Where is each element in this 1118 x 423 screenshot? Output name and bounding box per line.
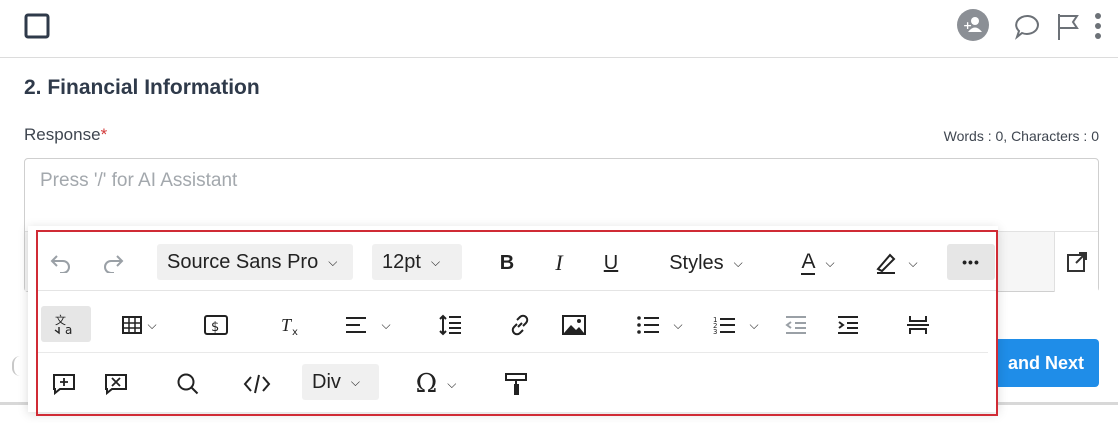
- toolbar-row-third: Div ⌵ Ω ⌵: [38, 356, 988, 410]
- translate-icon: 文a: [54, 313, 72, 336]
- numbered-list-icon: 123: [713, 316, 736, 335]
- format-painter-button[interactable]: [502, 370, 530, 398]
- redo-button[interactable]: [100, 249, 126, 277]
- top-bar: +: [0, 0, 1118, 58]
- link-icon: [511, 314, 529, 336]
- chevron-down-icon: ⌵: [328, 254, 338, 269]
- italic-button[interactable]: I: [546, 249, 572, 277]
- required-mark: *: [100, 125, 108, 144]
- more-options-button[interactable]: •••: [947, 244, 995, 280]
- text-color-icon: A: [801, 250, 816, 275]
- search-icon: [177, 373, 199, 395]
- indent-button[interactable]: [834, 309, 862, 341]
- styles-select[interactable]: Styles ⌵: [658, 249, 754, 277]
- svg-text:+: +: [963, 19, 972, 32]
- font-size-value: 12pt: [382, 250, 421, 273]
- chevron-down-icon: ⌵: [381, 317, 391, 332]
- remove-comment-icon: [105, 374, 127, 396]
- bullet-list-button[interactable]: ⌵: [628, 309, 692, 341]
- svg-text:x: x: [292, 327, 298, 336]
- chevron-down-icon: ⌵: [908, 255, 918, 270]
- highlighter-icon: [876, 253, 896, 274]
- bullet-list-icon: [637, 316, 660, 334]
- open-external-button[interactable]: [1054, 232, 1098, 292]
- section-title: 2. Financial Information: [24, 76, 260, 99]
- image-icon: [562, 315, 586, 335]
- editor-placeholder: Press '/' for AI Assistant: [40, 170, 238, 191]
- chevron-down-icon: ⌵: [350, 374, 360, 389]
- code-icon: [243, 374, 271, 394]
- clear-format-icon: Tx: [281, 315, 298, 336]
- comment-icon[interactable]: [1014, 13, 1042, 41]
- chevron-down-icon: ⌵: [430, 254, 441, 269]
- numbered-list-button[interactable]: 123 ⌵: [704, 309, 768, 341]
- outdent-icon: [785, 316, 806, 334]
- select-checkbox[interactable]: [24, 13, 50, 39]
- undo-button[interactable]: [48, 249, 74, 277]
- table-button[interactable]: ⌵: [114, 309, 164, 341]
- highlight-color-button[interactable]: ⌵: [866, 247, 926, 279]
- response-label-text: Response: [24, 125, 101, 144]
- search-button[interactable]: [174, 370, 202, 398]
- page-break-button[interactable]: [904, 309, 932, 341]
- insert-comment-button[interactable]: [50, 370, 78, 398]
- bold-button[interactable]: B: [494, 249, 520, 277]
- add-user-icon[interactable]: +: [957, 9, 989, 41]
- attach-icon[interactable]: [12, 356, 28, 376]
- image-button[interactable]: [560, 309, 588, 341]
- chevron-down-icon: ⌵: [673, 317, 683, 332]
- word-counter: Words : 0, Characters : 0: [943, 128, 1099, 144]
- redo-icon: [104, 255, 124, 273]
- font-size-select[interactable]: 12pt ⌵: [372, 244, 462, 280]
- chevron-down-icon: ⌵: [733, 255, 743, 270]
- svg-text:$: $: [211, 320, 219, 335]
- delete-comment-button[interactable]: [102, 370, 130, 398]
- dollar-box-icon: $: [204, 315, 228, 335]
- align-left-icon: [346, 317, 367, 333]
- svg-text:3: 3: [713, 328, 717, 335]
- response-label: Response*: [24, 125, 107, 145]
- paint-roller-icon: [505, 373, 527, 395]
- line-height-icon: [439, 314, 461, 336]
- clear-formatting-button[interactable]: Tx: [276, 309, 304, 341]
- omega-icon: Ω: [415, 369, 438, 399]
- flag-icon[interactable]: [1055, 12, 1083, 42]
- source-code-button[interactable]: [242, 370, 272, 398]
- link-button[interactable]: [506, 309, 534, 341]
- external-link-icon: [1066, 252, 1087, 272]
- table-icon: [122, 316, 143, 334]
- toolbar-row-main: Source Sans Pro ⌵ 12pt ⌵ B I U Styles ⌵ …: [38, 235, 996, 291]
- outdent-button[interactable]: [782, 309, 810, 341]
- more-vertical-icon[interactable]: [1093, 12, 1103, 42]
- styles-label: Styles: [669, 251, 724, 274]
- chevron-down-icon: ⌵: [447, 376, 457, 391]
- add-comment-icon: [53, 374, 75, 396]
- font-family-select[interactable]: Source Sans Pro ⌵: [157, 244, 353, 280]
- currency-field-button[interactable]: $: [202, 309, 230, 341]
- save-and-next-button[interactable]: and Next: [985, 339, 1099, 387]
- chevron-down-icon: ⌵: [147, 317, 157, 332]
- special-character-button[interactable]: Ω ⌵: [408, 368, 464, 400]
- block-format-select[interactable]: Div ⌵: [302, 364, 379, 400]
- chevron-down-icon: ⌵: [749, 317, 759, 332]
- underline-button[interactable]: U: [598, 249, 624, 277]
- toolbar-row-second: 文a ⌵ $ Tx ⌵ ⌵ 123 ⌵: [38, 298, 988, 353]
- translate-button[interactable]: 文a: [41, 306, 91, 342]
- block-format-value: Div: [312, 370, 341, 393]
- font-family-value: Source Sans Pro: [167, 250, 319, 273]
- page-break-icon: [907, 316, 929, 334]
- line-height-button[interactable]: [436, 309, 464, 341]
- text-color-button[interactable]: A ⌵: [788, 247, 848, 279]
- undo-icon: [50, 255, 70, 273]
- svg-text:a: a: [65, 323, 72, 336]
- align-button[interactable]: ⌵: [336, 309, 400, 341]
- indent-icon: [838, 316, 858, 334]
- chevron-down-icon: ⌵: [825, 255, 835, 270]
